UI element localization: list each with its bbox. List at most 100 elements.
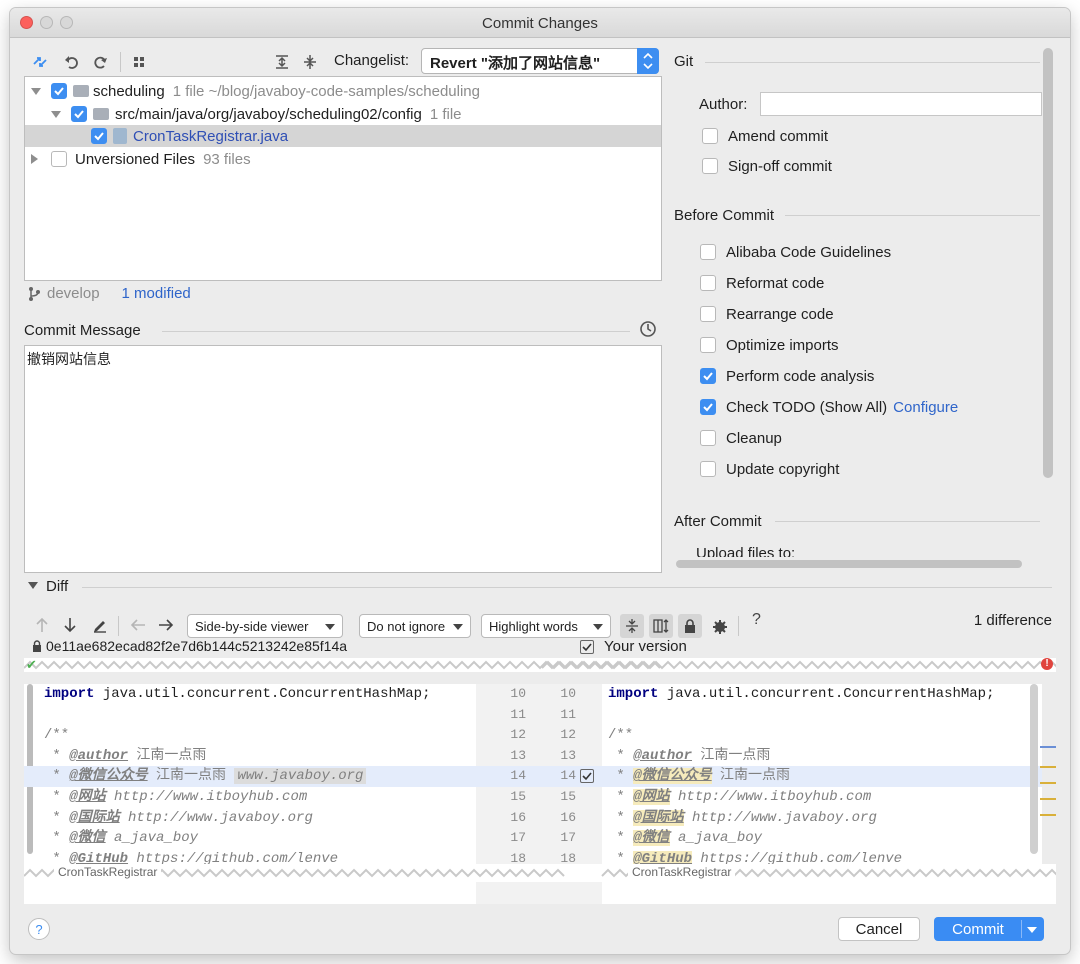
code-star: * [44,768,70,785]
code-star: * [44,830,70,847]
edit-source-icon[interactable] [90,615,110,635]
sync-scroll-icon[interactable] [649,614,673,638]
signoff-commit-option[interactable]: Sign-off commit [702,155,832,177]
left-code-panel[interactable]: import java.util.concurrent.ConcurrentHa… [24,684,476,872]
before-commit-option[interactable]: Rearrange code [700,303,834,325]
option-label: Perform code analysis [726,367,875,385]
configure-link[interactable]: Configure [893,399,958,416]
option-label: Reformat code [726,274,825,292]
git-section-label: Git [674,53,694,70]
include-change-checkbox[interactable] [580,769,594,783]
before-commit-option[interactable]: Optimize imports [700,334,839,356]
left-class-name: CronTaskRegistrar [54,865,162,879]
toolbar-separator [120,52,121,72]
upload-label: Upload files to: [696,545,796,557]
right-line-number: 10 [560,686,576,701]
option-checkbox[interactable] [700,430,716,446]
expand-arrow-icon[interactable] [31,87,41,95]
next-diff-icon[interactable] [60,615,80,635]
left-line-number: 12 [510,727,526,743]
option-checkbox[interactable] [700,368,716,384]
before-commit-option[interactable]: Alibaba Code Guidelines [700,241,891,263]
chevron-down-icon [453,624,463,630]
diff-gutter: 10 10 11 11 12 12 13 13 14 14 15 15 16 16 17 17 18 18 [476,684,602,872]
option-checkbox[interactable] [700,275,716,291]
folder-checkbox[interactable] [71,106,87,122]
before-commit-option[interactable]: Reformat code [700,272,824,294]
prev-diff-icon[interactable] [32,615,52,635]
left-line-number: 17 [510,830,526,846]
code-tag-site: @网站 [633,788,670,805]
help-button[interactable]: ? [28,918,50,940]
horizontal-scrollbar[interactable] [676,560,1022,568]
highlight-select[interactable]: Highlight words [481,614,611,638]
unversioned-checkbox[interactable] [51,151,67,167]
commit-message-label: Commit Message [24,322,141,339]
collapse-arrow-icon[interactable] [31,154,38,164]
code-tag-site: @网站 [69,788,106,805]
cancel-button[interactable]: Cancel [838,917,920,941]
tree-row-file[interactable]: CronTaskRegistrar.java [25,125,661,147]
code-author-name: 江南一点雨 [128,747,207,764]
before-commit-option[interactable]: Update copyright [700,458,839,480]
option-checkbox[interactable] [700,399,716,415]
modified-count[interactable]: 1 modified [122,285,191,302]
code-star: * [608,788,634,805]
expand-all-icon[interactable] [272,52,292,72]
commit-changes-window: Commit Changes Changelist: Revert "添加了网站… [10,8,1070,954]
error-stripe-mark [1040,798,1056,800]
refresh-icon[interactable] [90,52,110,72]
before-commit-option[interactable]: Check TODO (Show All) Configure [700,396,958,418]
vertical-scrollbar[interactable] [1043,48,1053,478]
tree-row-folder[interactable]: src/main/java/org/javaboy/scheduling02/c… [25,103,661,125]
amend-commit-option[interactable]: Amend commit [702,125,828,147]
unversioned-name: Unversioned Files [75,150,196,168]
code-star: * [608,768,634,785]
changelist-select[interactable]: Revert "添加了网站信息" [421,48,659,74]
tree-row-unversioned[interactable]: Unversioned Files 93 files [25,148,661,170]
root-checkbox[interactable] [51,83,67,99]
gear-icon[interactable] [710,617,730,637]
error-icon[interactable]: ! [1041,658,1053,670]
code-comment-open: /** [44,727,70,744]
group-by-icon[interactable] [130,52,150,72]
show-diff-icon[interactable] [30,52,50,72]
help-icon[interactable]: ? [752,611,761,629]
collapse-all-icon[interactable] [300,52,320,72]
signoff-checkbox[interactable] [702,158,718,174]
ignore-select[interactable]: Do not ignore [359,614,471,638]
root-meta: 1 file ~/blog/javaboy-code-samples/sched… [172,82,480,100]
option-checkbox[interactable] [700,244,716,260]
commit-button[interactable]: Commit [934,917,1044,941]
diff-collapse-arrow-icon[interactable] [28,582,38,589]
tree-row-root[interactable]: scheduling 1 file ~/blog/javaboy-code-sa… [25,80,661,102]
before-commit-option[interactable]: Perform code analysis [700,365,874,387]
lock-icon[interactable] [678,614,702,638]
option-checkbox[interactable] [700,337,716,353]
right-scrollbar[interactable] [1030,684,1038,854]
before-commit-option[interactable]: Cleanup [700,427,782,449]
amend-checkbox[interactable] [702,128,718,144]
toolbar-separator [738,616,739,636]
right-code-panel[interactable]: import java.util.concurrent.ConcurrentHa… [602,684,1042,872]
divider [162,331,630,332]
option-checkbox[interactable] [700,461,716,477]
viewer-select[interactable]: Side-by-side viewer [187,614,343,638]
diff-folding-strip [23,658,1070,672]
back-icon[interactable] [128,615,148,635]
code-comment-open: /** [608,727,634,744]
commit-message-input[interactable]: 撤销网站信息 [24,345,662,573]
forward-icon[interactable] [156,615,176,635]
left-line-number: 11 [510,706,526,722]
history-icon[interactable] [639,320,657,341]
author-input[interactable] [760,92,1042,116]
no-problems-icon: ✔ [26,657,37,672]
option-checkbox[interactable] [700,306,716,322]
signoff-label: Sign-off commit [728,157,832,175]
rollback-icon[interactable] [62,52,82,72]
file-checkbox[interactable] [91,128,107,144]
your-version-checkbox[interactable] [580,639,594,654]
expand-arrow-icon[interactable] [51,110,61,118]
collapse-unchanged-icon[interactable] [620,614,644,638]
commit-options-arrow-icon[interactable] [1027,927,1037,933]
